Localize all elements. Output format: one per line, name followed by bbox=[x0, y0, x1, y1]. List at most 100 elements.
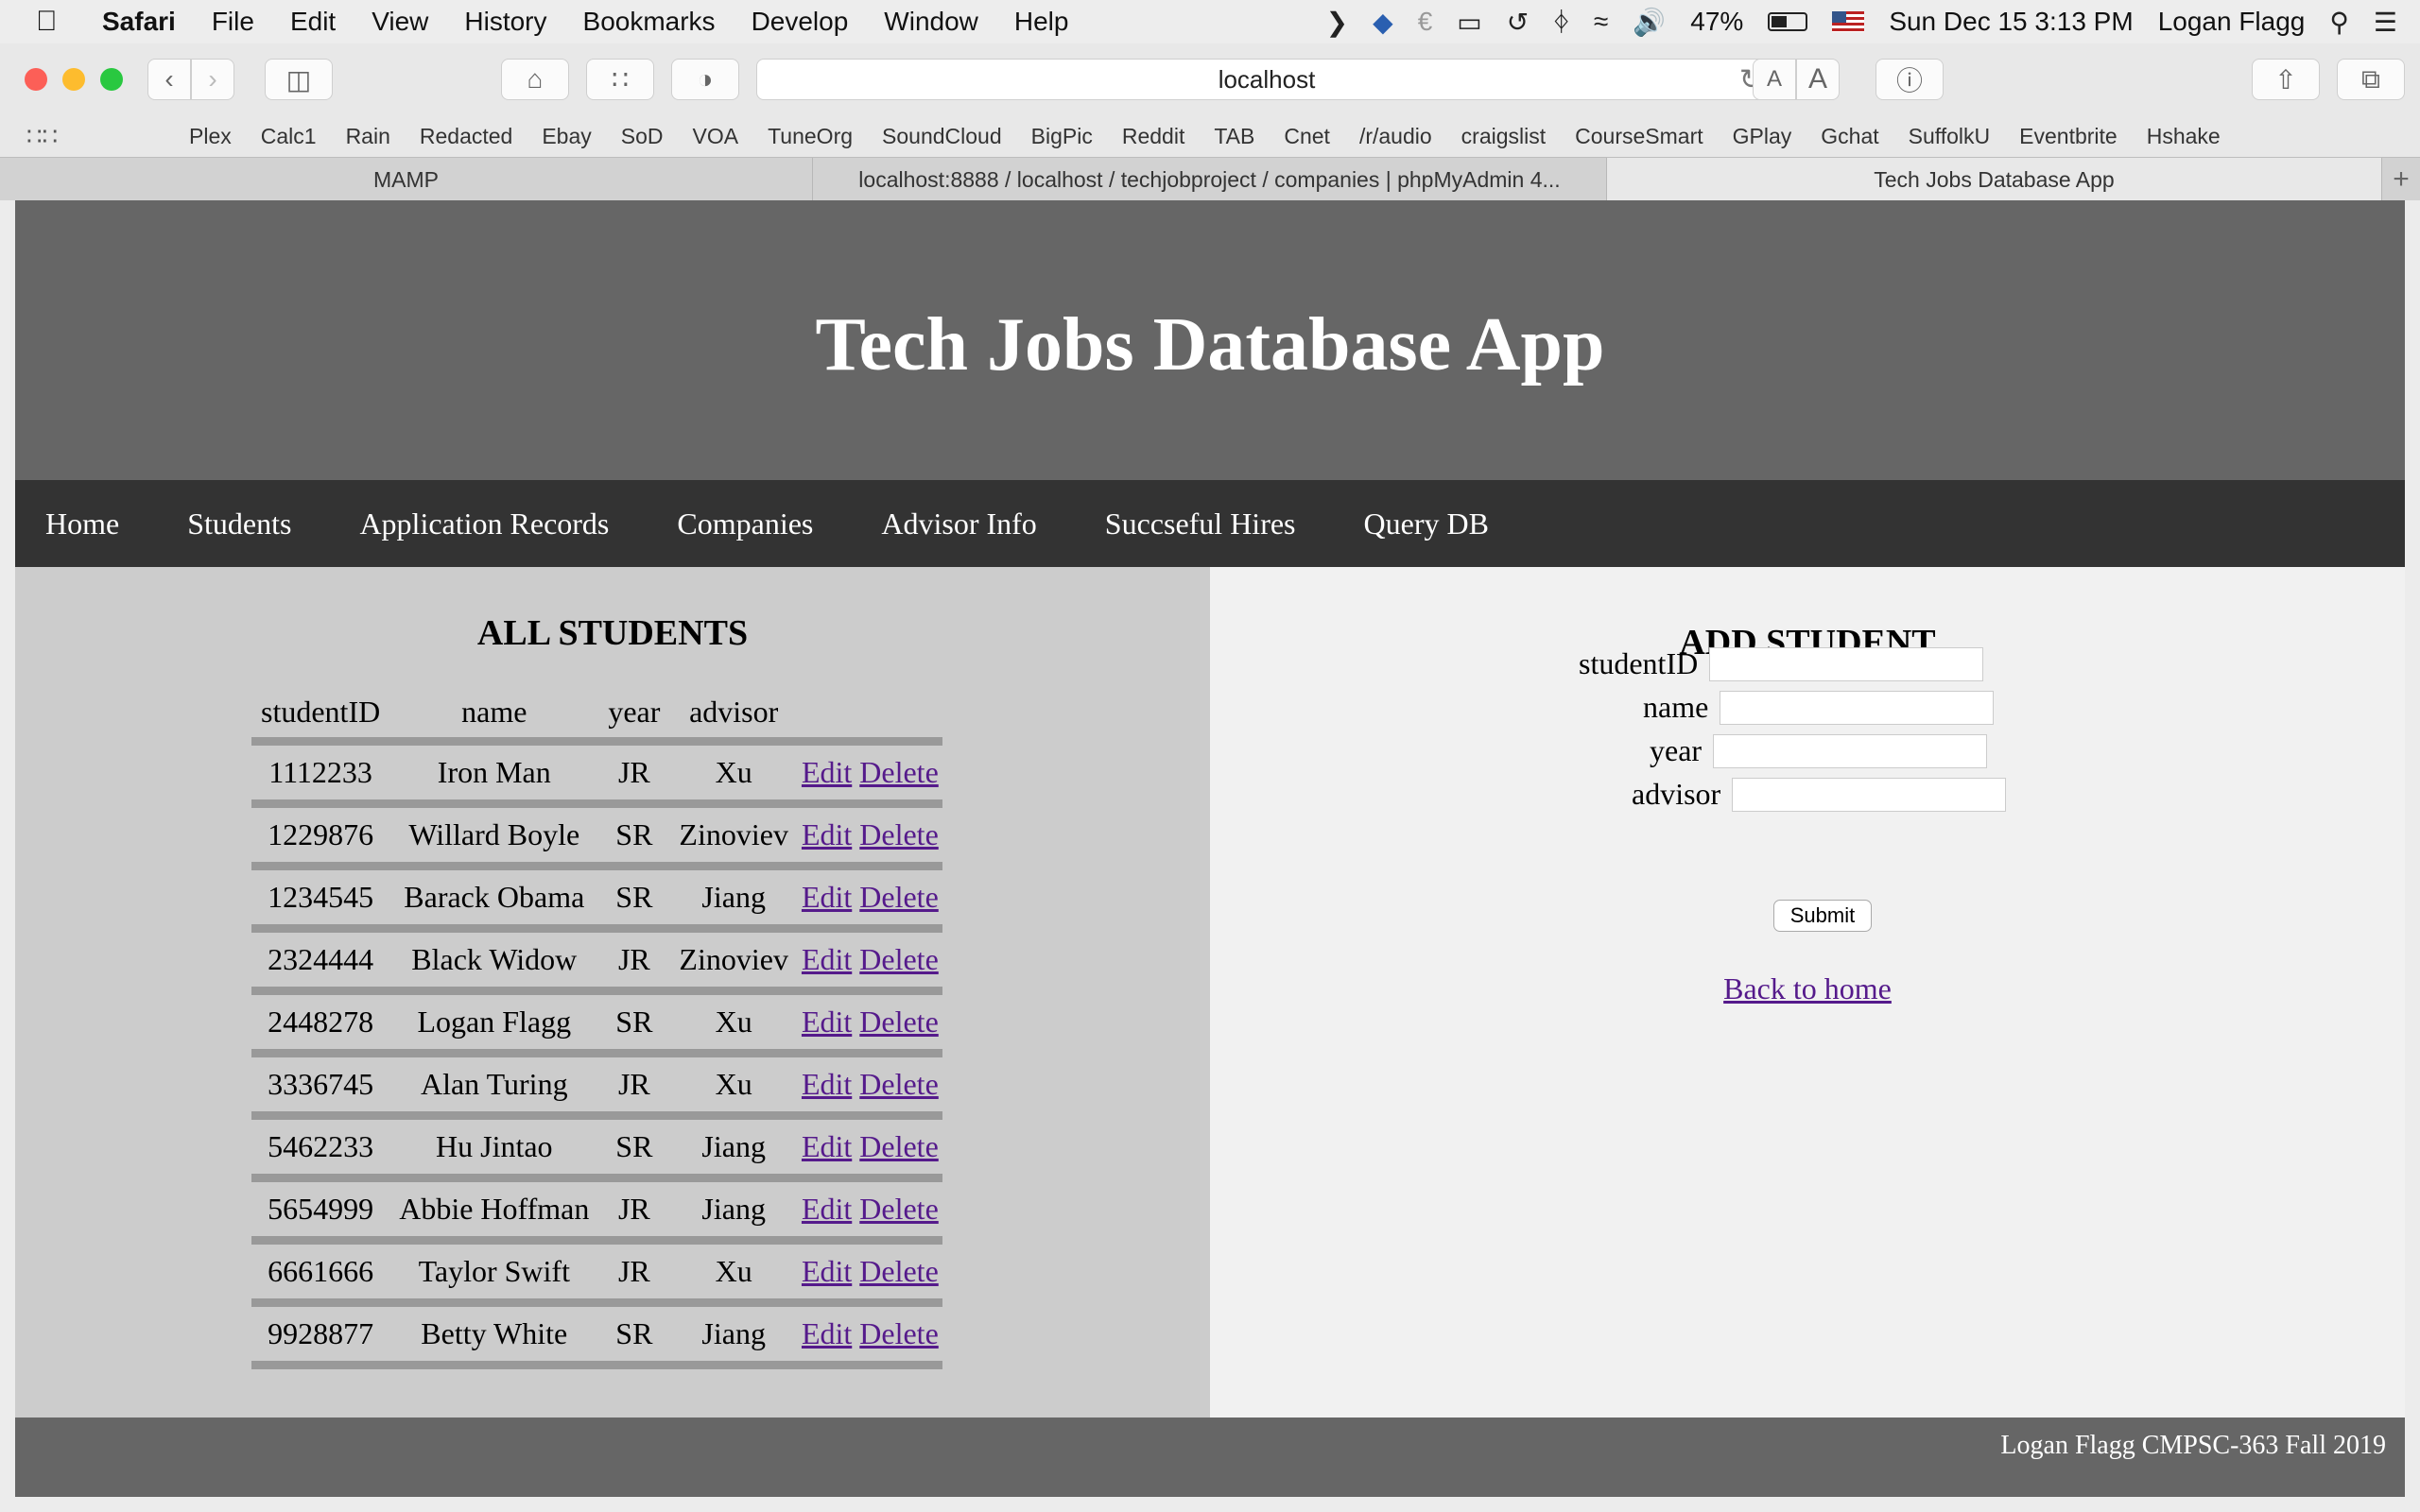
nav-students[interactable]: Students bbox=[157, 507, 291, 541]
share-icon[interactable]: ⇧ bbox=[2252, 59, 2320, 100]
edit-link[interactable]: Edit bbox=[802, 1192, 852, 1226]
clock[interactable]: Sun Dec 15 3:13 PM bbox=[1889, 7, 2133, 37]
bookmark-item[interactable]: SoD bbox=[621, 124, 664, 149]
menu-bookmarks[interactable]: Bookmarks bbox=[583, 7, 716, 37]
bookmark-item[interactable]: Cnet bbox=[1284, 124, 1330, 149]
show-tabs-icon[interactable]: ⧉ bbox=[2337, 59, 2405, 100]
delete-link[interactable]: Delete bbox=[859, 755, 939, 789]
tab-phpmyadmin[interactable]: localhost:8888 / localhost / techjobproj… bbox=[813, 158, 1607, 201]
bookmark-item[interactable]: Redacted bbox=[420, 124, 512, 149]
bookmark-item[interactable]: TuneOrg bbox=[768, 124, 853, 149]
edit-link[interactable]: Edit bbox=[802, 1067, 852, 1101]
info-icon[interactable]: ⓘ bbox=[1876, 59, 1944, 100]
euro-icon[interactable]: € bbox=[1418, 7, 1433, 37]
bookmarks-grid-icon[interactable]: ∷∷ bbox=[26, 122, 59, 151]
cell-studentid: 2324444 bbox=[251, 928, 390, 995]
battery-icon[interactable] bbox=[1768, 12, 1808, 31]
edit-link[interactable]: Edit bbox=[802, 1129, 852, 1163]
delete-link[interactable]: Delete bbox=[859, 1316, 939, 1350]
delete-link[interactable]: Delete bbox=[859, 817, 939, 851]
vpn-icon[interactable]: ◆ bbox=[1373, 7, 1393, 38]
bookmark-item[interactable]: Gchat bbox=[1821, 124, 1878, 149]
bookmark-item[interactable]: Reddit bbox=[1122, 124, 1184, 149]
menu-develop[interactable]: Develop bbox=[752, 7, 849, 37]
new-tab-icon[interactable]: + bbox=[2382, 158, 2420, 200]
apple-menu-icon[interactable]:  bbox=[36, 6, 74, 38]
menu-safari[interactable]: Safari bbox=[102, 7, 176, 37]
notification-center-icon[interactable]: ☰ bbox=[2374, 7, 2397, 38]
bookmark-item[interactable]: /r/audio bbox=[1359, 124, 1432, 149]
edit-link[interactable]: Edit bbox=[802, 1316, 852, 1350]
bookmark-item[interactable]: SuffolkU bbox=[1909, 124, 1991, 149]
delete-link[interactable]: Delete bbox=[859, 942, 939, 976]
delete-link[interactable]: Delete bbox=[859, 1129, 939, 1163]
submit-button[interactable]: Submit bbox=[1773, 900, 1872, 932]
airplay-icon[interactable]: ▭ bbox=[1457, 7, 1481, 38]
bookmark-item[interactable]: BigPic bbox=[1031, 124, 1093, 149]
shield-icon[interactable]: ◑ bbox=[671, 59, 739, 100]
menu-window[interactable]: Window bbox=[884, 7, 978, 37]
menu-view[interactable]: View bbox=[372, 7, 428, 37]
input-source-flag-icon[interactable] bbox=[1832, 11, 1865, 32]
time-machine-icon[interactable]: ↺ bbox=[1507, 7, 1529, 38]
bookmark-item[interactable]: Eventbrite bbox=[2019, 124, 2118, 149]
nav-query-db[interactable]: Query DB bbox=[1334, 507, 1489, 541]
delete-link[interactable]: Delete bbox=[859, 1067, 939, 1101]
bookmark-item[interactable]: Rain bbox=[346, 124, 390, 149]
bluetooth-icon[interactable]: ᛄ bbox=[1553, 7, 1569, 37]
menu-file[interactable]: File bbox=[212, 7, 254, 37]
bookmark-item[interactable]: Plex bbox=[189, 124, 232, 149]
delete-link[interactable]: Delete bbox=[859, 1192, 939, 1226]
edit-link[interactable]: Edit bbox=[802, 1254, 852, 1288]
edit-link[interactable]: Edit bbox=[802, 942, 852, 976]
back-button[interactable]: ‹ bbox=[147, 59, 191, 100]
edit-link[interactable]: Edit bbox=[802, 880, 852, 914]
minimize-window-button[interactable] bbox=[62, 68, 85, 91]
bookmark-item[interactable]: TAB bbox=[1214, 124, 1254, 149]
bookmark-item[interactable]: Calc1 bbox=[261, 124, 317, 149]
edit-link[interactable]: Edit bbox=[802, 755, 852, 789]
chevron-right-icon[interactable]: ❯ bbox=[1326, 7, 1348, 38]
bookmark-item[interactable]: SoundCloud bbox=[882, 124, 1002, 149]
nav-application-records[interactable]: Application Records bbox=[329, 507, 609, 541]
delete-link[interactable]: Delete bbox=[859, 1254, 939, 1288]
nav-companies[interactable]: Companies bbox=[647, 507, 813, 541]
bookmark-item[interactable]: CourseSmart bbox=[1575, 124, 1703, 149]
text-smaller-button[interactable]: A bbox=[1753, 59, 1796, 100]
address-bar[interactable]: localhost ↻ bbox=[756, 59, 1777, 100]
bookmark-item[interactable]: VOA bbox=[693, 124, 739, 149]
year-field[interactable] bbox=[1713, 733, 1988, 768]
tab-mamp[interactable]: MAMP bbox=[0, 158, 813, 201]
text-larger-button[interactable]: A bbox=[1796, 59, 1840, 100]
sidebar-toggle-icon[interactable]: ◫ bbox=[265, 59, 333, 100]
bookmark-item[interactable]: Ebay bbox=[542, 124, 591, 149]
wifi-icon[interactable]: ≈ bbox=[1594, 7, 1608, 37]
forward-button[interactable]: › bbox=[191, 59, 234, 100]
bookmark-item[interactable]: Hshake bbox=[2147, 124, 2221, 149]
home-icon[interactable]: ⌂ bbox=[501, 59, 569, 100]
menu-edit[interactable]: Edit bbox=[290, 7, 336, 37]
menu-help[interactable]: Help bbox=[1014, 7, 1069, 37]
delete-link[interactable]: Delete bbox=[859, 1005, 939, 1039]
zoom-window-button[interactable] bbox=[100, 68, 123, 91]
cell-edit: Edit bbox=[797, 1302, 856, 1369]
delete-link[interactable]: Delete bbox=[859, 880, 939, 914]
nav-successful-hires[interactable]: Succseful Hires bbox=[1075, 507, 1296, 541]
volume-icon[interactable]: 🔊 bbox=[1633, 7, 1666, 38]
menu-history[interactable]: History bbox=[464, 7, 546, 37]
tab-tech-jobs[interactable]: Tech Jobs Database App bbox=[1607, 158, 2382, 201]
user-name[interactable]: Logan Flagg bbox=[2158, 7, 2306, 37]
top-sites-icon[interactable]: ∷ bbox=[586, 59, 654, 100]
edit-link[interactable]: Edit bbox=[802, 817, 852, 851]
spotlight-search-icon[interactable]: ⚲ bbox=[2329, 7, 2349, 38]
nav-advisor-info[interactable]: Advisor Info bbox=[851, 507, 1036, 541]
bookmark-item[interactable]: craigslist bbox=[1461, 124, 1546, 149]
advisor-field[interactable] bbox=[1732, 777, 2007, 812]
back-to-home-link[interactable]: Back to home bbox=[1723, 971, 1892, 1005]
nav-home[interactable]: Home bbox=[15, 507, 119, 541]
edit-link[interactable]: Edit bbox=[802, 1005, 852, 1039]
close-window-button[interactable] bbox=[25, 68, 47, 91]
studentid-field[interactable] bbox=[1709, 646, 1984, 681]
bookmark-item[interactable]: GPlay bbox=[1733, 124, 1792, 149]
name-field[interactable] bbox=[1720, 690, 1995, 725]
